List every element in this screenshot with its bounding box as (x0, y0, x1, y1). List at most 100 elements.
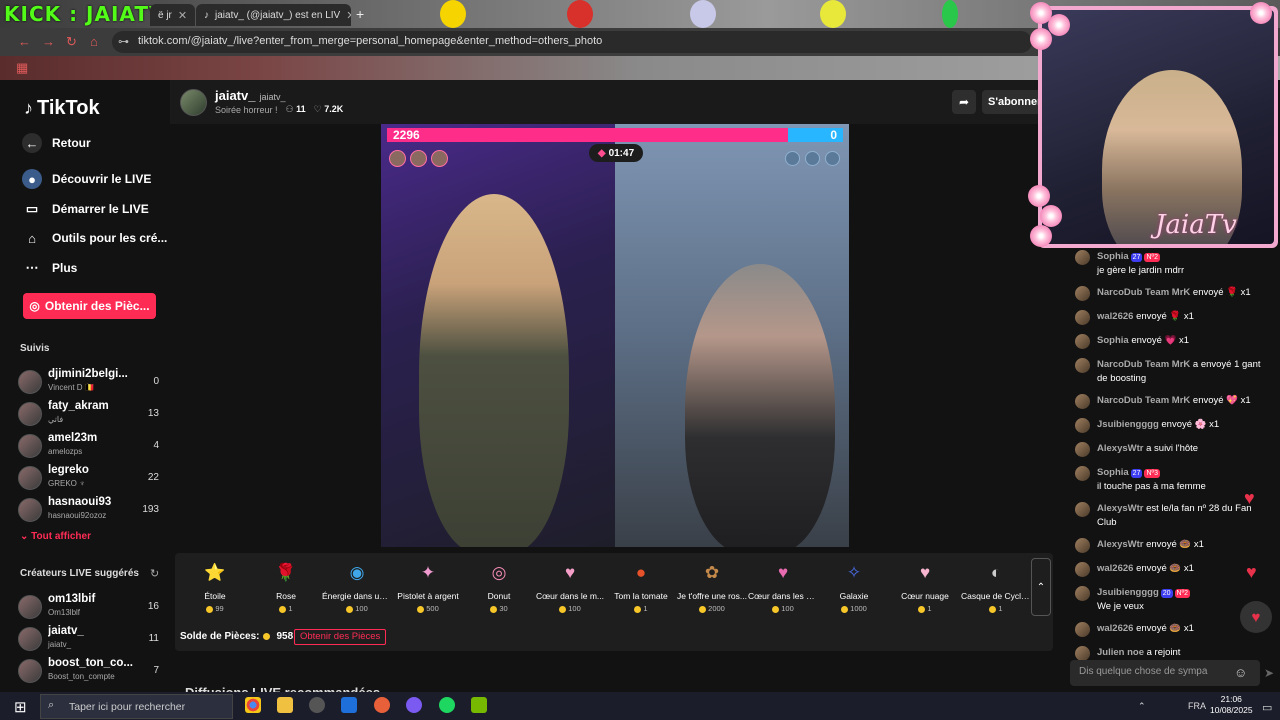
guest-supporter-slot[interactable] (825, 151, 840, 166)
gift-item[interactable]: ⭐ Étoile 99 (180, 560, 250, 613)
windows-start-icon[interactable]: ⊞ (14, 698, 27, 716)
following-account[interactable]: legreko GREKO ♆ 22 (18, 464, 163, 494)
obs-icon[interactable] (309, 697, 325, 713)
chat-user[interactable]: Sophia (1097, 335, 1129, 346)
like-button[interactable]: ♥ (1240, 601, 1272, 633)
nav-back[interactable]: ← Retour (22, 133, 91, 153)
chat-user[interactable]: AlexysWtr (1097, 443, 1143, 454)
avatar[interactable] (1075, 442, 1090, 457)
tray-lang[interactable]: FRA (1188, 701, 1206, 711)
close-icon[interactable]: ✕ (178, 9, 187, 22)
chat-user[interactable]: Jsuibiengggg (1097, 587, 1159, 598)
store-icon[interactable] (341, 697, 357, 713)
supporter-avatar[interactable] (431, 150, 448, 167)
taskbar-search[interactable]: Taper ici pour rechercher (40, 694, 233, 719)
avatar[interactable] (1075, 586, 1090, 601)
gift-item[interactable]: ◎ Donut 30 (464, 560, 534, 613)
avatar[interactable] (1075, 622, 1090, 637)
browser-tab-1[interactable]: ë jr ✕ (150, 4, 195, 26)
gift-item[interactable]: ♥ Cœur dans les m... 100 (748, 560, 818, 613)
tiktok-logo[interactable]: ♪ TikTok (24, 97, 100, 120)
apps-grid-icon[interactable]: ▦ (16, 60, 28, 76)
gift-item[interactable]: ◐ Casque de Cyclis... 1 (961, 560, 1031, 613)
url-field[interactable]: tiktok.com/@jaiatv_/live?enter_from_merg… (112, 31, 1032, 53)
forward-arrow-icon[interactable]: → (42, 34, 55, 49)
get-coins-sidebar-button[interactable]: ◎ Obtenir des Pièc... (23, 293, 156, 319)
host-avatar[interactable] (180, 89, 207, 116)
following-account[interactable]: hasnaoui93 hasnaoui92ozoz 193 (18, 496, 163, 526)
back-arrow-icon[interactable]: ← (18, 34, 31, 49)
tray-chevron-icon[interactable]: ⌃ (1138, 701, 1146, 712)
avatar[interactable] (1075, 646, 1090, 661)
gift-item[interactable]: ● Tom la tomate 1 (606, 560, 676, 613)
avatar[interactable] (1075, 418, 1090, 433)
reload-icon[interactable]: ↻ (66, 34, 77, 50)
chat-user[interactable]: Sophia (1097, 467, 1129, 478)
nav-start-live[interactable]: ▭ Démarrer le LIVE (22, 199, 149, 219)
gift-item[interactable]: ♥ Cœur nuage 1 (890, 560, 960, 613)
gift-item[interactable]: ✧ Galaxie 1000 (819, 560, 889, 613)
spotify-icon[interactable] (439, 697, 455, 713)
supporter-avatar[interactable] (389, 150, 406, 167)
emoji-icon[interactable]: ☺ (1234, 665, 1247, 680)
close-icon[interactable]: ✕ (346, 9, 351, 22)
nvidia-icon[interactable] (471, 697, 487, 713)
avatar[interactable] (1075, 334, 1090, 349)
avatar[interactable] (1075, 538, 1090, 553)
new-tab-button[interactable]: + (356, 6, 364, 22)
avatar[interactable] (1075, 250, 1090, 265)
chat-user[interactable]: wal2626 (1097, 311, 1133, 322)
chat-user[interactable]: NarcoDub Team MrK (1097, 395, 1190, 406)
show-all-link[interactable]: ⌄ Tout afficher (20, 531, 91, 542)
nav-creator-tools[interactable]: ⌂ Outils pour les cré... (22, 228, 167, 248)
chat-user[interactable]: AlexysWtr (1097, 539, 1143, 550)
taskbar-clock[interactable]: 21:06 10/08/2025 (1210, 694, 1253, 716)
gift-item[interactable]: ◉ Énergie dans un ... 100 (322, 560, 392, 613)
home-icon[interactable]: ⌂ (90, 34, 98, 49)
chat-user[interactable]: wal2626 (1097, 563, 1133, 574)
get-coins-button[interactable]: Obtenir des Pièces (294, 629, 387, 645)
gift-item[interactable]: ♥ Cœur dans le m... 100 (535, 560, 605, 613)
chat-user[interactable]: Jsuibiengggg (1097, 419, 1159, 430)
nav-more[interactable]: ⋯ Plus (22, 258, 78, 278)
chat-user[interactable]: AlexysWtr (1097, 503, 1143, 514)
avatar[interactable] (1075, 466, 1090, 481)
share-button[interactable]: ➦ (952, 90, 976, 114)
discord-icon[interactable] (406, 697, 422, 713)
chrome-icon[interactable] (245, 697, 261, 713)
following-account[interactable]: amel23m amelozps 4 (18, 432, 163, 462)
app-icon[interactable] (374, 697, 390, 713)
avatar[interactable] (1075, 394, 1090, 409)
chat-user[interactable]: wal2626 (1097, 623, 1133, 634)
chat-user[interactable]: Sophia (1097, 251, 1129, 262)
chat-user[interactable]: Julien noe (1097, 647, 1144, 658)
suggested-account[interactable]: jaiatv_ jaiatv_ 11 (18, 625, 163, 655)
avatar[interactable] (1075, 562, 1090, 577)
guest-supporter-slot[interactable] (805, 151, 820, 166)
gift-item[interactable]: ✦ Pistolet à argent 500 (393, 560, 463, 613)
chat-input[interactable]: Dis quelque chose de sympa (1070, 660, 1260, 686)
gift-item[interactable]: ✿ Je t'offre une ros... 2000 (677, 560, 747, 613)
chat-user[interactable]: NarcoDub Team MrK (1097, 359, 1190, 370)
subscribe-button[interactable]: S'abonner (982, 90, 1042, 114)
notification-icon[interactable]: ▭ (1262, 701, 1272, 714)
following-account[interactable]: faty_akram فاتي 13 (18, 400, 163, 430)
gift-item[interactable]: 🌹 Rose 1 (251, 560, 321, 613)
chat-user[interactable]: NarcoDub Team MrK (1097, 287, 1190, 298)
avatar[interactable] (1075, 310, 1090, 325)
suggested-account[interactable]: om13lbif Om13lblf 16 (18, 593, 163, 623)
nav-discover-live[interactable]: ● Découvrir le LIVE (22, 169, 151, 189)
browser-tab-active[interactable]: ♪ jaiatv_ (@jaiatv_) est en LIV ✕ (196, 4, 351, 26)
gift-panel-collapse-button[interactable]: ⌃ (1031, 558, 1051, 616)
following-account[interactable]: djimini2belgi... Vincent D 🇧🇪 0 (18, 368, 163, 398)
guest-supporter-slot[interactable] (785, 151, 800, 166)
refresh-icon[interactable]: ↻ (150, 567, 159, 580)
avatar[interactable] (1075, 286, 1090, 301)
site-info-icon[interactable]: ⊶ (118, 35, 129, 48)
host-name[interactable]: jaiatv_ jaiatv_ (215, 88, 286, 103)
avatar[interactable] (1075, 358, 1090, 373)
file-explorer-icon[interactable] (277, 697, 293, 713)
supporter-avatar[interactable] (410, 150, 427, 167)
live-video[interactable]: 2296 0 ◆ 01:47 (381, 124, 849, 547)
suggested-account[interactable]: boost_ton_co... Boost_ton_compte 7 (18, 657, 163, 687)
